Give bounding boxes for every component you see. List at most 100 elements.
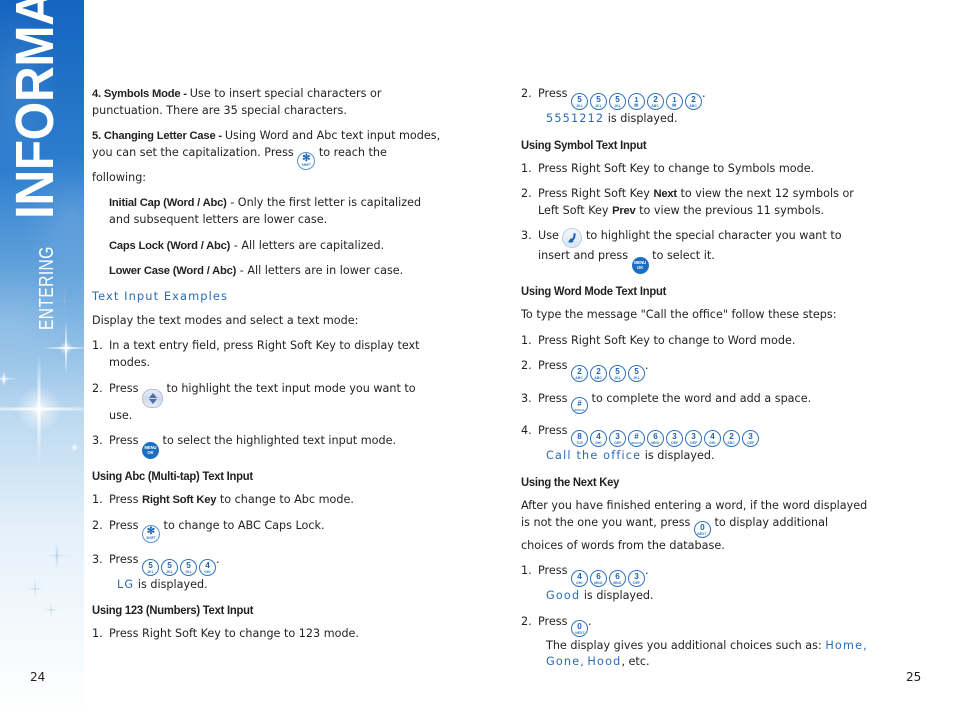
step-text-pre: Press [538, 424, 571, 438]
result-value: Good [546, 589, 581, 603]
list-item: 3. Press MENU OK to select the highlighte… [92, 433, 442, 460]
step-number: 2. [521, 614, 532, 628]
result-suffix: is displayed. [641, 449, 715, 463]
step-number: 3. [92, 552, 103, 566]
list-item: 1. Press 4 GHI 6 MNO 6 MNO 3 DEF . Good is d… [521, 563, 871, 605]
list-item: 2. Press ✻ SHIFT to change to ABC Caps Lo… [92, 518, 442, 543]
step-number: 2. [521, 187, 532, 201]
list-item: 1. Press Right Soft Key to change to Sym… [521, 161, 871, 178]
result-line: Call the office is displayed. [546, 448, 871, 465]
number-key-icon: 5 JKL [609, 365, 626, 383]
step-text-pre: Press [109, 552, 142, 566]
choice-value: Gone [546, 655, 581, 669]
abc-steps-list: 1. Press Right Soft Key to change to Abc… [92, 492, 442, 593]
page-number-right: 25 [906, 670, 922, 684]
number-key-icon: 6 MNO [590, 570, 607, 588]
number-key-icon: 1 ✉ [666, 93, 683, 110]
text-input-examples-heading: Text Input Examples [92, 288, 229, 303]
step-text-pre: Press [109, 434, 142, 448]
list-item: 2. Press to highlight the text input mod… [92, 381, 442, 425]
text-input-examples-intro: Display the text modes and select a text… [92, 313, 359, 327]
next-softkey-label: Next [653, 188, 678, 201]
page-number-left: 24 [30, 670, 46, 684]
word-mode-intro: To type the message "Call the office" fo… [521, 308, 837, 322]
number-key-icon: 4 GHI [199, 558, 216, 576]
definition-caps-lock: Caps Lock (Word / Abc) - All letters are… [109, 238, 442, 255]
number-key-icon: 5 JKL [571, 93, 588, 110]
symbol-text-input-heading: Using Symbol Text Input [521, 138, 647, 152]
step-number: 3. [92, 434, 103, 448]
number-key-icon: 5 JKL [161, 558, 178, 576]
list-item: 3. Press 5 JKL 5 JKL 5 JKL 4 GHI . LG is dis… [92, 552, 442, 594]
definition-term: Initial Cap (Word / Abc) [109, 197, 227, 210]
right-column: 2. Press 5 JKL 5 JKL 5 JKL 1 ✉ 2 ABC 1 ✉ 2 ABC … [521, 86, 871, 680]
result-value: Call the office [546, 449, 642, 463]
chapter-title-large: INFORMATION [5, 0, 65, 219]
numbers-steps-continued: 2. Press 5 JKL 5 JKL 5 JKL 1 ✉ 2 ABC 1 ✉ 2 ABC … [521, 86, 871, 128]
number-key-icon: 2 ABC [723, 430, 740, 448]
menu-ok-key-icon: MENU OK [631, 257, 649, 275]
step-text-a: Press Right Soft Key [538, 187, 654, 201]
list-item: 4. Press 8 TUV 4 GHI 3 DEF # SPACE 6 MNO 3 DEF… [521, 423, 871, 465]
keypad-sequence: 4 GHI 6 MNO 6 MNO 3 DEF [571, 570, 645, 588]
next-key-intro: After you have finished entering a word,… [521, 498, 871, 554]
shift-key-icon: ✻ SHIFT [142, 524, 160, 543]
choices-line: The display gives you additional choices… [546, 638, 871, 671]
step-text-pre: Press [109, 493, 142, 507]
letter-case-heading: 5. Changing Letter Case - [92, 130, 225, 143]
keypad-sequence: 2 ABC 2 ABC 5 JKL 5 JKL [571, 365, 645, 383]
keypad-sequence: 5 JKL 5 JKL 5 JKL 1 ✉ 2 ABC 1 ✉ 2 ABC [571, 93, 702, 110]
next-key-steps-list: 1. Press 4 GHI 6 MNO 6 MNO 3 DEF . Good is d… [521, 563, 871, 671]
number-key-icon: 3 DEF [609, 430, 626, 448]
keypad-sequence: 5 JKL 5 JKL 5 JKL 4 GHI [142, 558, 216, 576]
keypad-sequence: 8 TUV 4 GHI 3 DEF # SPACE 6 MNO 3 DEF 3 DEF 4 GH… [571, 430, 759, 448]
manual-page-spread: ENTERING INFORMATION 4. Symbols Mode - U… [0, 0, 954, 716]
choice-value: Home [825, 638, 864, 652]
step-number: 2. [92, 518, 103, 532]
definition-term: Lower Case (Word / Abc) [109, 265, 237, 278]
step-text-post: . [588, 614, 592, 628]
list-item: 3. Use to highlight the special characte… [521, 228, 871, 275]
shift-key-icon: ✻ SHIFT [297, 151, 316, 170]
result-line: Good is displayed. [546, 588, 871, 605]
symbol-steps-list: 1. Press Right Soft Key to change to Sym… [521, 161, 871, 275]
number-key-icon: 2 ABC [647, 93, 664, 110]
step-text-pre: Press [538, 564, 571, 578]
definition-term: Caps Lock (Word / Abc) [109, 239, 231, 252]
step-number: 2. [521, 359, 532, 373]
letter-case-paragraph: 5. Changing Letter Case - Using Word and… [92, 128, 442, 186]
page-content: 4. Symbols Mode - Use to insert special … [84, 0, 954, 716]
step-text-pre: Press [538, 87, 571, 100]
list-item: 2. Press 0 NEXT. The display gives you ad… [521, 614, 871, 671]
hash-space-key-icon: # SPACE [628, 430, 645, 448]
prev-softkey-label: Prev [612, 204, 636, 217]
list-item: 1. Press Right Soft Key to change to 123… [92, 626, 442, 643]
step-text-post: to change to Abc mode. [216, 493, 354, 507]
result-suffix: is displayed. [134, 577, 208, 591]
chapter-title-vertical: ENTERING INFORMATION [0, 0, 84, 716]
definition-desc: - All letters are in lower case. [236, 264, 404, 278]
definition-desc: - All letters are capitalized. [230, 238, 385, 252]
step-number: 1. [521, 161, 532, 175]
number-key-icon: 4 GHI [704, 430, 721, 448]
list-item: 2. Press 5 JKL 5 JKL 5 JKL 1 ✉ 2 ABC 1 ✉ 2 ABC … [521, 86, 871, 128]
step-text: Press Right Soft Key to change to 123 mo… [109, 627, 359, 641]
step-number: 4. [521, 424, 532, 438]
number-key-icon: 3 DEF [685, 430, 702, 448]
number-key-icon: 5 JKL [609, 93, 626, 110]
step-text-c: to select it. [648, 249, 715, 263]
choice-value: Hood [587, 655, 622, 669]
word-mode-steps-list: 1. Press Right Soft Key to change to Wor… [521, 333, 871, 465]
result-line: 5551212 is displayed. [546, 111, 871, 128]
up-down-navigation-key-icon [142, 388, 163, 408]
step-text-a: Use [538, 229, 563, 243]
number-key-icon: 5 JKL [142, 558, 159, 576]
step-text-pre: Press [109, 381, 142, 395]
definition-lower-case: Lower Case (Word / Abc) - All letters ar… [109, 263, 442, 280]
navigation-key-icon [562, 228, 583, 249]
number-key-icon: 2 ABC [571, 365, 588, 383]
text-mode-steps-list: 1. In a text entry field, press Right So… [92, 338, 442, 460]
step-text-pre: Press [538, 359, 571, 373]
step-number: 1. [521, 333, 532, 347]
step-text-post: to complete the word and add a space. [588, 392, 812, 406]
